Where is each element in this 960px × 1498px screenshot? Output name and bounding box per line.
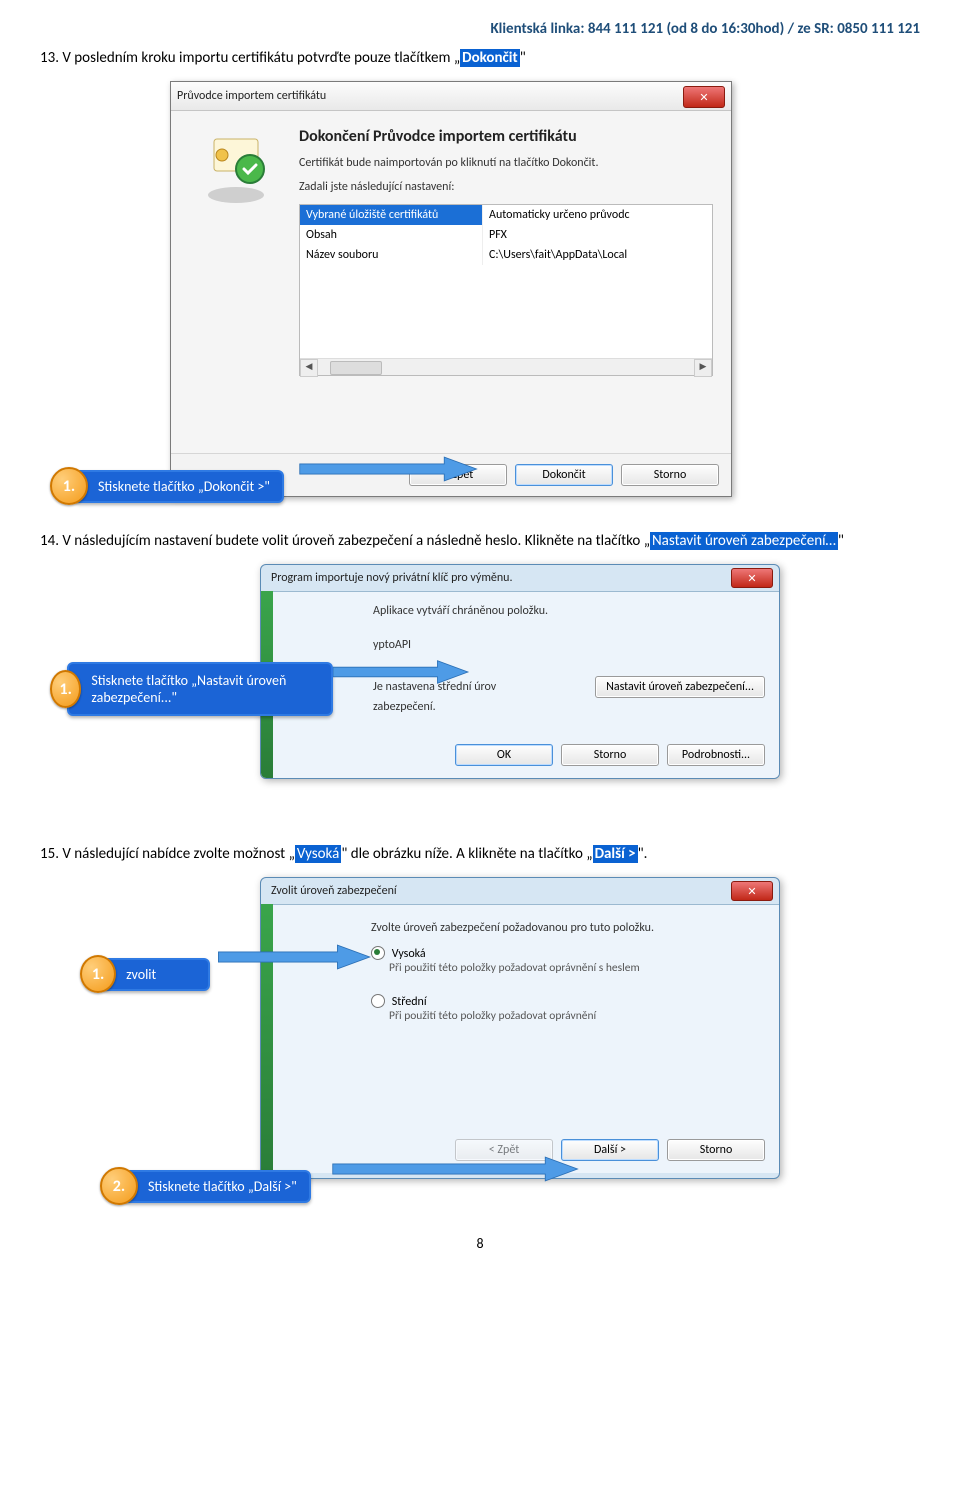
wizard-screenshot: Průvodce importem certifikátu Dokončení … [170, 81, 730, 511]
callout-text: Stisknete tlačítko „Nastavit úroveň zabe… [91, 672, 319, 706]
option-high[interactable]: Vysoká Při použití této položky požadova… [371, 947, 765, 975]
wizard-title: Průvodce importem certifikátu [177, 89, 326, 103]
close-icon[interactable] [731, 881, 773, 901]
step15-text: 15. V následující nabídce zvolte možnost… [40, 844, 920, 865]
row-key: Obsah [300, 225, 483, 245]
import-key-screenshot: Program importuje nový privátní klíč pro… [260, 564, 780, 824]
callout-number: 1. [80, 955, 116, 993]
arrow-icon [311, 1152, 601, 1186]
step13-suffix: " [520, 49, 526, 67]
dialog-text1: Aplikace vytváří chráněnou položku. [373, 604, 765, 618]
callout-3: 1. zvolit [80, 955, 380, 993]
step14-prefix: 14. V následujícím nastavení budete voli… [40, 532, 650, 550]
callout-bubble: zvolit [102, 958, 210, 991]
row-key: Vybrané úložiště certifikátů [300, 205, 483, 225]
option-high-title: Vysoká [392, 947, 426, 961]
intro-text: Zvolte úroveň zabezpečení požadovanou pr… [371, 921, 765, 935]
dialog-footer: OK Storno Podrobnosti... [261, 736, 779, 778]
option-mid-title: Střední [392, 995, 427, 1009]
wizard-body-text1: Certifikát bude naimportován po kliknutí… [299, 156, 713, 170]
horizontal-scrollbar[interactable]: ◀ ▶ [300, 358, 712, 375]
row-value: Automaticky určeno průvodc [483, 205, 712, 225]
dialog-body: Zvolte úroveň zabezpečení požadovanou pr… [261, 905, 779, 1131]
step14-highlight: Nastavit úroveň zabezpečení… [650, 532, 838, 550]
row-value: C:\Users\fait\AppData\Local [483, 245, 712, 265]
step13-text: 13. V posledním kroku importu certifikát… [40, 48, 920, 69]
step15-suffix: ". [638, 845, 648, 863]
step14-suffix: " [838, 532, 844, 550]
callout-bubble: Stisknete tlačítko „Další >" [124, 1170, 311, 1203]
wizard-heading: Dokončení Průvodce importem certifikátu [299, 127, 713, 146]
page-number: 8 [40, 1235, 920, 1252]
callout-1: 1. Stisknete tlačítko „Dokončit >" [50, 467, 540, 505]
table-row[interactable]: Vybrané úložiště certifikátů Automaticky… [300, 205, 712, 225]
cancel-button[interactable]: Storno [621, 464, 719, 486]
step15-hl1: Vysoká [295, 845, 341, 863]
scroll-left-icon[interactable]: ◀ [300, 359, 318, 377]
step15-hl2: Další > [593, 845, 638, 863]
scroll-right-icon[interactable]: ▶ [694, 359, 712, 377]
certificate-icon [181, 127, 291, 447]
callout-number: 2. [100, 1167, 138, 1205]
arrow-icon [284, 452, 494, 486]
dialog-title: Program importuje nový privátní klíč pro… [271, 571, 513, 585]
callout-number: 1. [50, 670, 81, 708]
wizard-body: Dokončení Průvodce importem certifikátu … [171, 111, 731, 453]
callout-number: 1. [50, 467, 88, 505]
settings-list: Vybrané úložiště certifikátů Automaticky… [299, 204, 713, 376]
dialog-titlebar: Zvolit úroveň zabezpečení [261, 878, 779, 905]
callout-text: Stisknete tlačítko „Dokončit >" [98, 478, 270, 495]
option-high-sub: Při použití této položky požadovat opráv… [389, 961, 765, 975]
header: Klientská linka: 844 111 121 (od 8 do 16… [40, 20, 920, 38]
row1-value: yptoAPI [373, 638, 411, 652]
close-icon[interactable] [731, 568, 773, 588]
row-value: PFX [483, 225, 712, 245]
table-row[interactable]: Název souboru C:\Users\fait\AppData\Loca… [300, 245, 712, 265]
step15-prefix: 15. V následující nabídce zvolte možnost… [40, 845, 295, 863]
step15-mid: " dle obrázku níže. A klikněte na tlačít… [341, 845, 592, 863]
storno-button[interactable]: Storno [561, 744, 659, 766]
scroll-thumb[interactable] [330, 361, 382, 375]
callout-text: Stisknete tlačítko „Další >" [148, 1178, 297, 1195]
arrow-icon [210, 940, 380, 974]
row-key: Název souboru [300, 245, 483, 265]
callout-4: 2. Stisknete tlačítko „Další >" [100, 1167, 660, 1205]
dialog-title: Zvolit úroveň zabezpečení [271, 884, 397, 898]
ok-button[interactable]: OK [455, 744, 553, 766]
option-mid[interactable]: Střední Při použití této položky požadov… [371, 995, 765, 1023]
details-button[interactable]: Podrobnosti... [667, 744, 765, 766]
callout-2: 1. Stisknete tlačítko „Nastavit úroveň z… [50, 662, 470, 716]
radio-mid[interactable] [371, 994, 385, 1008]
import-wizard-dialog: Průvodce importem certifikátu Dokončení … [170, 81, 732, 497]
dialog-titlebar: Program importuje nový privátní klíč pro… [261, 565, 779, 592]
wizard-titlebar: Průvodce importem certifikátu [171, 82, 731, 111]
table-row[interactable]: Obsah PFX [300, 225, 712, 245]
set-security-button[interactable]: Nastavit úroveň zabezpečení... [595, 676, 765, 698]
security-level-dialog: Zvolit úroveň zabezpečení Zvolte úroveň … [260, 877, 780, 1179]
cancel-button[interactable]: Storno [667, 1139, 765, 1161]
step13-prefix: 13. V posledním kroku importu certifikát… [40, 49, 460, 67]
callout-bubble: Stisknete tlačítko „Nastavit úroveň zabe… [67, 662, 333, 716]
step13-highlight: Dokončit [460, 49, 520, 67]
option-mid-sub: Při použití této položky požadovat opráv… [389, 1009, 765, 1023]
callout-text: zvolit [126, 966, 156, 983]
callout-bubble: Stisknete tlačítko „Dokončit >" [74, 470, 284, 503]
close-icon[interactable] [683, 86, 725, 108]
step14-text: 14. V následujícím nastavení budete voli… [40, 531, 920, 552]
arrow-icon [333, 655, 470, 689]
wizard-body-text2: Zadali jste následující nastavení: [299, 180, 713, 194]
